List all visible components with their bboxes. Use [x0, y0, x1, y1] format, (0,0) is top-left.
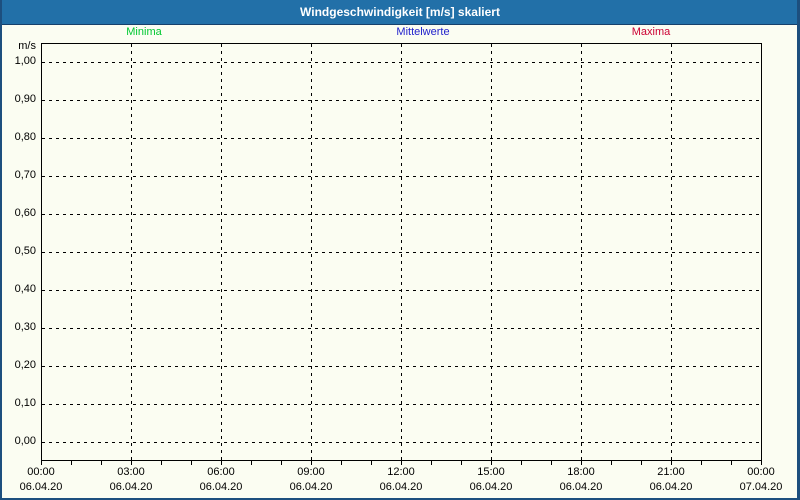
- x-minor-tick: [461, 461, 462, 465]
- chart-window: Windgeschwindigkeit [m/s] skaliert Minim…: [0, 0, 800, 500]
- x-minor-tick: [431, 461, 432, 465]
- x-minor-tick: [761, 461, 762, 465]
- x-axis-date-label: 06.04.20: [469, 481, 513, 493]
- x-axis-date-label: 06.04.20: [19, 481, 63, 493]
- chart-title: Windgeschwindigkeit [m/s] skaliert: [300, 5, 500, 19]
- x-minor-tick: [41, 461, 42, 465]
- x-minor-tick: [641, 461, 642, 465]
- y-axis-unit-label: m/s: [18, 40, 36, 52]
- x-minor-tick: [401, 461, 402, 465]
- x-axis-time-label: 21:00: [657, 466, 685, 478]
- x-minor-tick: [521, 461, 522, 465]
- x-minor-tick: [701, 461, 702, 465]
- x-minor-tick: [341, 461, 342, 465]
- x-axis-date-label: 06.04.20: [199, 481, 243, 493]
- y-axis-label: 0,30: [14, 321, 36, 333]
- y-axis-label: 0,60: [14, 207, 36, 219]
- v-gridline: [311, 44, 312, 460]
- x-axis-time-label: 00:00: [747, 466, 775, 478]
- y-axis-label: 0,90: [14, 93, 36, 105]
- y-axis-label: 1,00: [14, 55, 36, 67]
- x-axis-date-label: 06.04.20: [289, 481, 333, 493]
- y-axis-label: 0,50: [14, 245, 36, 257]
- plot-area: [41, 43, 762, 461]
- x-axis-time-label: 00:00: [27, 466, 55, 478]
- x-axis-time-label: 03:00: [117, 466, 145, 478]
- x-minor-tick: [671, 461, 672, 465]
- x-axis-time-label: 15:00: [477, 466, 505, 478]
- x-minor-tick: [251, 461, 252, 465]
- x-minor-tick: [71, 461, 72, 465]
- x-axis-date-label: 06.04.20: [559, 481, 603, 493]
- x-minor-tick: [311, 461, 312, 465]
- x-minor-tick: [491, 461, 492, 465]
- x-minor-tick: [731, 461, 732, 465]
- v-gridline: [401, 44, 402, 460]
- x-minor-tick: [581, 461, 582, 465]
- y-axis-label: 0,80: [14, 131, 36, 143]
- x-minor-tick: [281, 461, 282, 465]
- y-axis-label: 0,70: [14, 169, 36, 181]
- v-gridline: [491, 44, 492, 460]
- v-gridline: [221, 44, 222, 460]
- v-gridline: [131, 44, 132, 460]
- legend-item-minima: Minima: [126, 26, 162, 38]
- x-axis-date-label: 06.04.20: [379, 481, 423, 493]
- x-axis-time-label: 09:00: [297, 466, 325, 478]
- v-gridline: [671, 44, 672, 460]
- x-axis-time-label: 12:00: [387, 466, 415, 478]
- y-axis-label: 0,00: [14, 435, 36, 447]
- window-frame-left: [0, 0, 2, 500]
- legend-item-mittelwerte: Mittelwerte: [396, 26, 450, 38]
- x-minor-tick: [191, 461, 192, 465]
- x-minor-tick: [611, 461, 612, 465]
- y-axis-label: 0,10: [14, 397, 36, 409]
- x-axis-time-label: 18:00: [567, 466, 595, 478]
- x-minor-tick: [371, 461, 372, 465]
- x-minor-tick: [221, 461, 222, 465]
- x-minor-tick: [101, 461, 102, 465]
- x-axis-date-label: 06.04.20: [649, 481, 693, 493]
- x-minor-tick: [131, 461, 132, 465]
- x-minor-tick: [551, 461, 552, 465]
- legend-item-maxima: Maxima: [631, 26, 671, 38]
- x-axis-time-label: 06:00: [207, 466, 235, 478]
- x-axis-date-label: 06.04.20: [109, 481, 153, 493]
- y-axis-label: 0,40: [14, 283, 36, 295]
- title-bar: Windgeschwindigkeit [m/s] skaliert: [0, 0, 800, 25]
- x-minor-tick: [161, 461, 162, 465]
- y-axis-label: 0,20: [14, 359, 36, 371]
- x-axis-date-label: 07.04.20: [739, 481, 783, 493]
- v-gridline: [581, 44, 582, 460]
